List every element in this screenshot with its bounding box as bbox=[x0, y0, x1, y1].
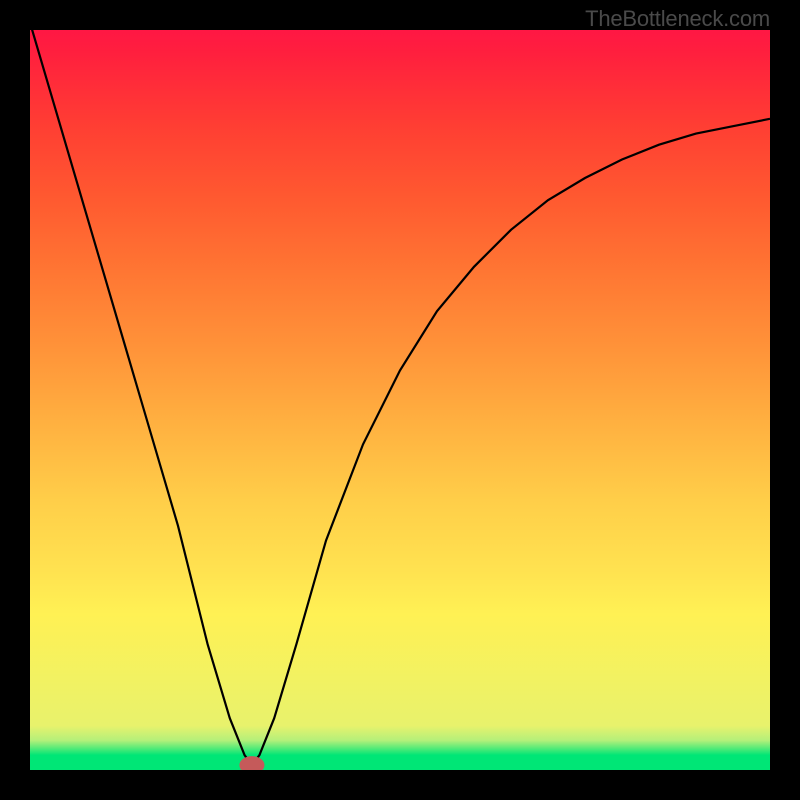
minimum-marker bbox=[239, 756, 264, 770]
watermark-text: TheBottleneck.com bbox=[585, 6, 770, 32]
curve-layer bbox=[30, 30, 770, 770]
curve-path bbox=[30, 30, 770, 765]
chart-frame: TheBottleneck.com bbox=[0, 0, 800, 800]
plot-area bbox=[30, 30, 770, 770]
